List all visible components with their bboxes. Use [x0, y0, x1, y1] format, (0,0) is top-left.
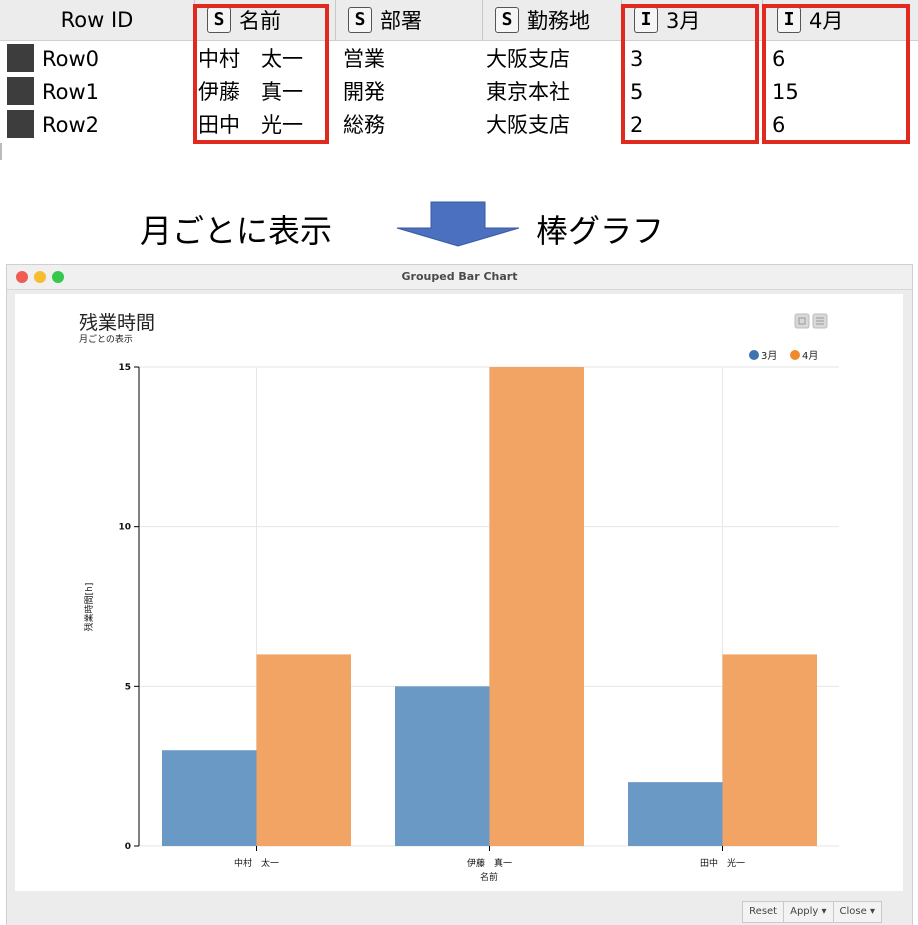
department-cell[interactable]: 営業	[343, 43, 385, 75]
caption-left: 月ごとに表示	[140, 212, 333, 250]
chart-legend: 3月 4月	[749, 350, 818, 362]
data-table: Row ID S 名前 S 部署 S 勤務地 I 3月 I 4月 Row0 中村…	[0, 0, 918, 160]
location-cell[interactable]: 東京本社	[486, 76, 570, 108]
x-axis-ticks: 中村 太一 伊藤 真一 田中 光一	[234, 846, 745, 869]
row-selector[interactable]	[7, 77, 34, 105]
department-cell[interactable]: 開発	[343, 76, 385, 108]
y-tick-label: 5	[125, 682, 131, 692]
close-button[interactable]: Close ▾	[832, 901, 882, 923]
export-icon[interactable]	[794, 313, 810, 329]
bar-march[interactable]	[395, 686, 490, 846]
department-cell[interactable]: 総務	[343, 109, 385, 141]
window-title: Grouped Bar Chart	[401, 270, 518, 283]
highlight-box-name-column	[193, 4, 329, 144]
chart-title: 残業時間	[79, 312, 155, 334]
bar-april[interactable]	[722, 654, 818, 846]
legend-label-april: 4月	[802, 350, 818, 362]
y-tick-label: 0	[125, 842, 131, 852]
grouped-bar-chart: 残業時間 月ごとの表示 3月 4月 0 5 10 15 中村 太一 伊藤 真一 田中 …	[79, 312, 839, 883]
location-cell[interactable]: 大阪支店	[486, 109, 570, 141]
window-footer: Reset Apply ▾ Close ▾	[742, 901, 882, 923]
legend-marker-april	[790, 350, 800, 360]
chart-panel: 残業時間 月ごとの表示 3月 4月 0 5 10 15 中村 太一 伊藤 真一 …	[15, 294, 903, 891]
x-tick-label: 中村 太一	[234, 857, 279, 869]
legend-marker-march	[749, 350, 759, 360]
column-label: Row ID	[60, 8, 134, 32]
down-arrow-icon	[396, 201, 520, 247]
x-tick-label: 田中 光一	[700, 857, 745, 869]
y-tick-label: 10	[118, 523, 131, 533]
bar-march[interactable]	[628, 782, 723, 846]
chart-subtitle: 月ごとの表示	[79, 333, 133, 345]
caption-right: 棒グラフ	[536, 212, 665, 250]
x-tick-label: 伊藤 真一	[467, 857, 512, 869]
y-tick-label: 15	[118, 363, 131, 373]
apply-button[interactable]: Apply ▾	[783, 901, 834, 923]
chart-window: Grouped Bar Chart 残業時間 月ごとの表示 3月 4月 0 5 …	[6, 264, 913, 925]
y-axis-ticks: 0 5 10 15	[118, 363, 139, 852]
string-type-icon: S	[495, 7, 519, 33]
reset-button[interactable]: Reset	[742, 901, 785, 923]
bars	[162, 367, 817, 846]
string-type-icon: S	[348, 7, 372, 33]
bar-march[interactable]	[162, 750, 257, 846]
row-selector[interactable]	[7, 44, 34, 72]
column-header-location[interactable]: S 勤務地	[483, 0, 622, 40]
column-header-department[interactable]: S 部署	[336, 0, 483, 40]
row-id-cell[interactable]: Row0	[42, 43, 99, 75]
row-id-cell[interactable]: Row1	[42, 76, 99, 108]
row-selector[interactable]	[7, 110, 34, 138]
column-label: 部署	[380, 9, 422, 33]
legend-label-march: 3月	[761, 350, 777, 362]
highlight-box-april-column	[762, 4, 910, 144]
bar-april[interactable]	[489, 367, 585, 846]
y-axis-label: 残業時間[h]	[83, 583, 95, 632]
highlight-box-march-column	[621, 4, 759, 144]
x-axis-label: 名前	[480, 871, 498, 883]
menu-icon[interactable]	[812, 313, 828, 329]
column-header-row-id[interactable]: Row ID	[0, 0, 195, 40]
table-edge	[0, 143, 2, 160]
location-cell[interactable]: 大阪支店	[486, 43, 570, 75]
window-titlebar: Grouped Bar Chart	[7, 265, 912, 290]
column-label: 勤務地	[527, 9, 590, 33]
row-id-cell[interactable]: Row2	[42, 109, 99, 141]
bar-april[interactable]	[256, 654, 352, 846]
